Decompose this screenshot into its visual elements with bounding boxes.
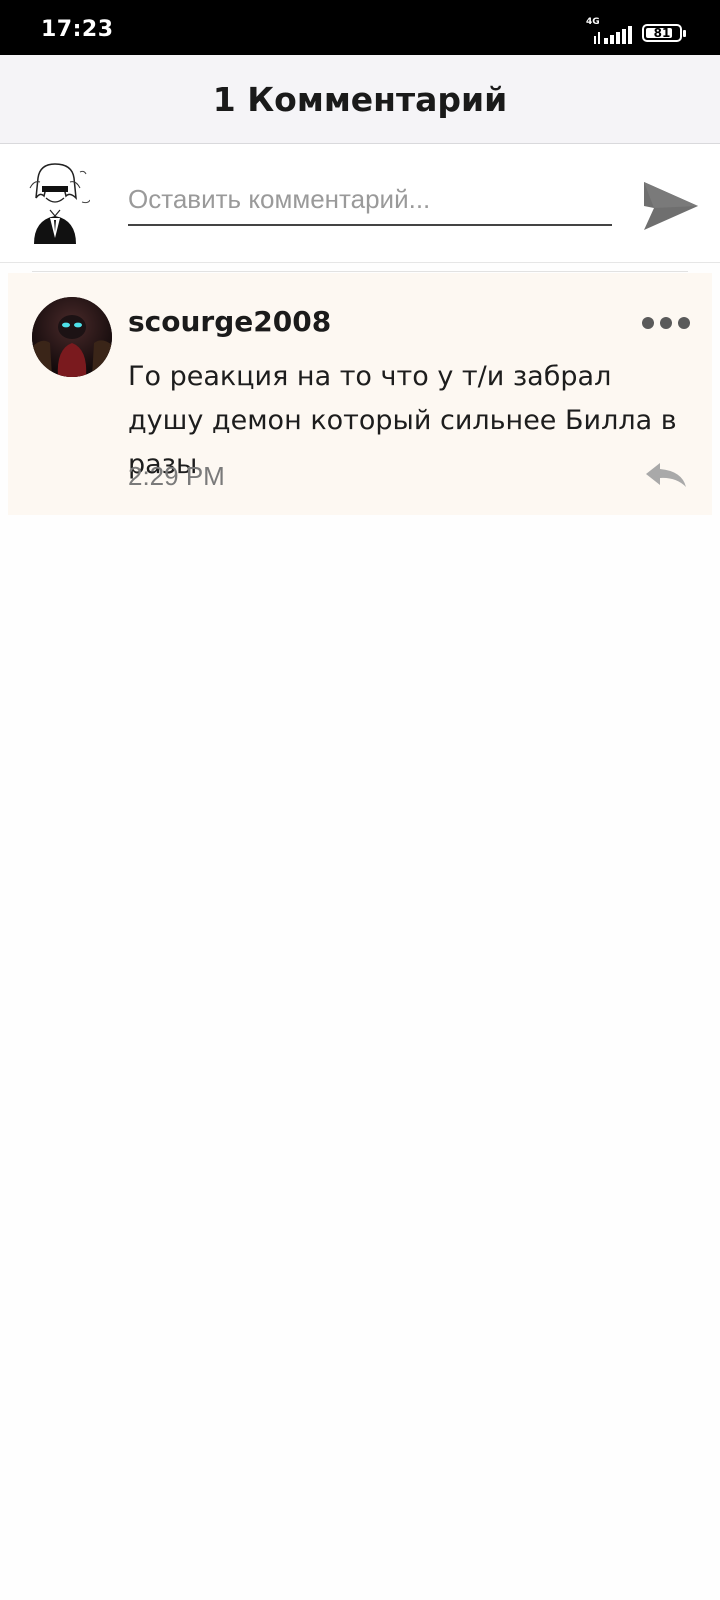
avatar[interactable] xyxy=(32,297,112,377)
divider xyxy=(32,271,688,272)
more-dot-icon xyxy=(642,317,654,329)
signal-icon: 4G xyxy=(586,17,632,46)
send-icon xyxy=(644,182,698,230)
comment-compose xyxy=(0,144,720,263)
reply-button[interactable] xyxy=(644,461,688,489)
more-dot-icon xyxy=(660,317,672,329)
battery-icon: 81 xyxy=(642,24,686,42)
comment-input[interactable] xyxy=(128,174,612,226)
status-bar: 17:23 4G 81 xyxy=(0,0,720,55)
status-indicators: 4G 81 xyxy=(586,17,686,46)
more-dot-icon xyxy=(678,317,690,329)
status-time: 17:23 xyxy=(41,17,114,42)
avatar[interactable] xyxy=(20,158,90,244)
battery-level-text: 81 xyxy=(653,26,671,40)
list-item: scourge2008 Го реакция на то что у т/и з… xyxy=(8,273,712,515)
send-button[interactable] xyxy=(640,176,700,236)
header: 1 Комментарий xyxy=(0,55,720,144)
reply-icon xyxy=(646,463,686,487)
more-options-button[interactable] xyxy=(642,317,690,333)
page-title: 1 Комментарий xyxy=(212,79,508,119)
comment-timestamp: 2:29 PM xyxy=(128,461,225,491)
comment-author[interactable]: scourge2008 xyxy=(128,305,331,338)
